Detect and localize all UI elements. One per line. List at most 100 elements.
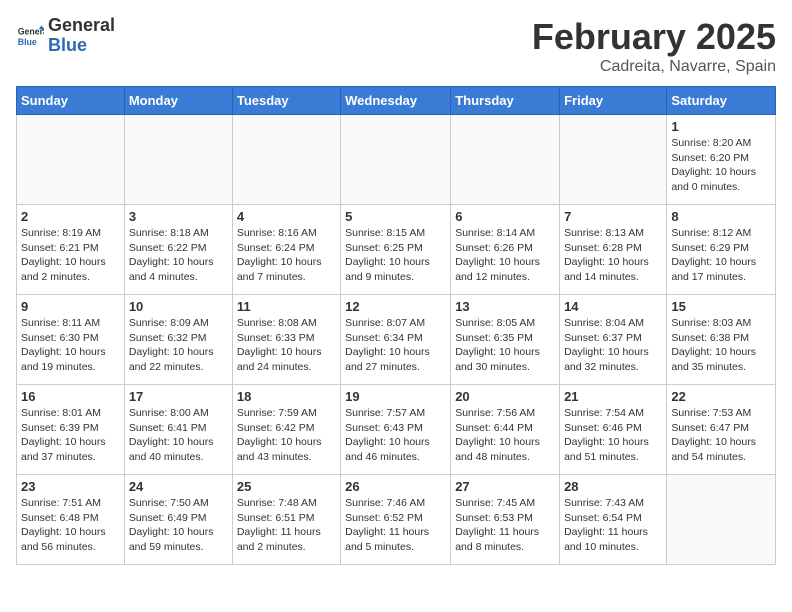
day-info: Sunrise: 8:12 AM Sunset: 6:29 PM Dayligh…: [671, 226, 771, 285]
day-info: Sunrise: 8:08 AM Sunset: 6:33 PM Dayligh…: [237, 316, 336, 375]
day-number: 13: [455, 299, 555, 314]
calendar-cell: 6 Sunrise: 8:14 AM Sunset: 6:26 PM Daylig…: [451, 205, 560, 295]
calendar-cell: 10Sunrise: 8:09 AM Sunset: 6:32 PM Dayli…: [124, 295, 232, 385]
weekday-header-thursday: Thursday: [451, 87, 560, 115]
calendar-cell: 23 Sunrise: 7:51 AM Sunset: 6:48 PM Dayli…: [17, 475, 125, 565]
calendar-cell: 18 Sunrise: 7:59 AM Sunset: 6:42 PM Dayli…: [232, 385, 340, 475]
weekday-header-tuesday: Tuesday: [232, 87, 340, 115]
day-number: 3: [129, 209, 228, 224]
day-number: 15: [671, 299, 771, 314]
calendar-table: SundayMondayTuesdayWednesdayThursdayFrid…: [16, 86, 776, 565]
day-info: Sunrise: 8:01 AM Sunset: 6:39 PM Dayligh…: [21, 406, 120, 465]
day-info: Sunrise: 8:19 AM Sunset: 6:21 PM Dayligh…: [21, 226, 120, 285]
day-info: Sunrise: 7:54 AM Sunset: 6:46 PM Dayligh…: [564, 406, 662, 465]
calendar-cell: 12Sunrise: 8:07 AM Sunset: 6:34 PM Dayli…: [341, 295, 451, 385]
calendar-cell: 4 Sunrise: 8:16 AM Sunset: 6:24 PM Daylig…: [232, 205, 340, 295]
day-number: 16: [21, 389, 120, 404]
day-number: 21: [564, 389, 662, 404]
day-info: Sunrise: 7:57 AM Sunset: 6:43 PM Dayligh…: [345, 406, 446, 465]
day-info: Sunrise: 8:03 AM Sunset: 6:38 PM Dayligh…: [671, 316, 771, 375]
calendar-cell: 20 Sunrise: 7:56 AM Sunset: 6:44 PM Dayli…: [451, 385, 560, 475]
calendar-cell: 8 Sunrise: 8:12 AM Sunset: 6:29 PM Daylig…: [667, 205, 776, 295]
day-info: Sunrise: 7:56 AM Sunset: 6:44 PM Dayligh…: [455, 406, 555, 465]
logo-blue-text: Blue: [48, 35, 87, 55]
calendar-cell: 15 Sunrise: 8:03 AM Sunset: 6:38 PM Dayli…: [667, 295, 776, 385]
day-info: Sunrise: 7:46 AM Sunset: 6:52 PM Dayligh…: [345, 496, 446, 555]
day-info: Sunrise: 8:00 AM Sunset: 6:41 PM Dayligh…: [129, 406, 228, 465]
day-info: Sunrise: 8:09 AM Sunset: 6:32 PM Dayligh…: [129, 316, 228, 375]
day-info: Sunrise: 8:04 AM Sunset: 6:37 PM Dayligh…: [564, 316, 662, 375]
calendar-cell: 28 Sunrise: 7:43 AM Sunset: 6:54 PM Dayli…: [560, 475, 667, 565]
day-info: Sunrise: 8:14 AM Sunset: 6:26 PM Dayligh…: [455, 226, 555, 285]
day-number: 6: [455, 209, 555, 224]
calendar-cell: [451, 115, 560, 205]
day-info: Sunrise: 7:48 AM Sunset: 6:51 PM Dayligh…: [237, 496, 336, 555]
calendar-cell: 22Sunrise: 7:53 AM Sunset: 6:47 PM Dayli…: [667, 385, 776, 475]
calendar-cell: [17, 115, 125, 205]
calendar-week-2: 2 Sunrise: 8:19 AM Sunset: 6:21 PM Daylig…: [17, 205, 776, 295]
day-info: Sunrise: 7:59 AM Sunset: 6:42 PM Dayligh…: [237, 406, 336, 465]
day-info: Sunrise: 8:05 AM Sunset: 6:35 PM Dayligh…: [455, 316, 555, 375]
calendar-cell: 17 Sunrise: 8:00 AM Sunset: 6:41 PM Dayli…: [124, 385, 232, 475]
day-info: Sunrise: 8:15 AM Sunset: 6:25 PM Dayligh…: [345, 226, 446, 285]
weekday-header-sunday: Sunday: [17, 87, 125, 115]
day-number: 8: [671, 209, 771, 224]
day-number: 7: [564, 209, 662, 224]
day-number: 27: [455, 479, 555, 494]
calendar-cell: 27 Sunrise: 7:45 AM Sunset: 6:53 PM Dayli…: [451, 475, 560, 565]
calendar-week-3: 9 Sunrise: 8:11 AM Sunset: 6:30 PM Daylig…: [17, 295, 776, 385]
day-info: Sunrise: 7:50 AM Sunset: 6:49 PM Dayligh…: [129, 496, 228, 555]
weekday-header-wednesday: Wednesday: [341, 87, 451, 115]
calendar-cell: [341, 115, 451, 205]
calendar-cell: 19 Sunrise: 7:57 AM Sunset: 6:43 PM Dayli…: [341, 385, 451, 475]
calendar-cell: 7 Sunrise: 8:13 AM Sunset: 6:28 PM Daylig…: [560, 205, 667, 295]
calendar-cell: 14Sunrise: 8:04 AM Sunset: 6:37 PM Dayli…: [560, 295, 667, 385]
day-info: Sunrise: 8:18 AM Sunset: 6:22 PM Dayligh…: [129, 226, 228, 285]
day-number: 24: [129, 479, 228, 494]
calendar-week-4: 16 Sunrise: 8:01 AM Sunset: 6:39 PM Dayli…: [17, 385, 776, 475]
logo-general-text: General: [48, 15, 115, 35]
calendar-cell: 5 Sunrise: 8:15 AM Sunset: 6:25 PM Daylig…: [341, 205, 451, 295]
calendar-week-5: 23 Sunrise: 7:51 AM Sunset: 6:48 PM Dayli…: [17, 475, 776, 565]
day-number: 1: [671, 119, 771, 134]
day-number: 19: [345, 389, 446, 404]
day-info: Sunrise: 7:53 AM Sunset: 6:47 PM Dayligh…: [671, 406, 771, 465]
day-number: 18: [237, 389, 336, 404]
day-number: 11: [237, 299, 336, 314]
day-info: Sunrise: 7:43 AM Sunset: 6:54 PM Dayligh…: [564, 496, 662, 555]
calendar-cell: [232, 115, 340, 205]
day-number: 26: [345, 479, 446, 494]
day-number: 20: [455, 389, 555, 404]
day-number: 2: [21, 209, 120, 224]
day-number: 25: [237, 479, 336, 494]
calendar-cell: 16 Sunrise: 8:01 AM Sunset: 6:39 PM Dayli…: [17, 385, 125, 475]
calendar-cell: 26 Sunrise: 7:46 AM Sunset: 6:52 PM Dayli…: [341, 475, 451, 565]
day-info: Sunrise: 8:13 AM Sunset: 6:28 PM Dayligh…: [564, 226, 662, 285]
day-number: 28: [564, 479, 662, 494]
day-info: Sunrise: 7:45 AM Sunset: 6:53 PM Dayligh…: [455, 496, 555, 555]
calendar-header: SundayMondayTuesdayWednesdayThursdayFrid…: [17, 87, 776, 115]
day-number: 4: [237, 209, 336, 224]
calendar-cell: 21 Sunrise: 7:54 AM Sunset: 6:46 PM Dayli…: [560, 385, 667, 475]
weekday-header-friday: Friday: [560, 87, 667, 115]
day-info: Sunrise: 7:51 AM Sunset: 6:48 PM Dayligh…: [21, 496, 120, 555]
logo: General Blue General Blue: [16, 16, 115, 56]
header: General Blue General Blue February 2025 …: [16, 16, 776, 76]
calendar-cell: [124, 115, 232, 205]
day-info: Sunrise: 8:11 AM Sunset: 6:30 PM Dayligh…: [21, 316, 120, 375]
day-number: 5: [345, 209, 446, 224]
day-number: 23: [21, 479, 120, 494]
weekday-header-monday: Monday: [124, 87, 232, 115]
day-info: Sunrise: 8:20 AM Sunset: 6:20 PM Dayligh…: [671, 136, 771, 195]
day-info: Sunrise: 8:16 AM Sunset: 6:24 PM Dayligh…: [237, 226, 336, 285]
day-number: 9: [21, 299, 120, 314]
weekday-header-saturday: Saturday: [667, 87, 776, 115]
day-number: 17: [129, 389, 228, 404]
title-area: February 2025 Cadreita, Navarre, Spain: [532, 16, 776, 76]
day-info: Sunrise: 8:07 AM Sunset: 6:34 PM Dayligh…: [345, 316, 446, 375]
calendar-cell: 11 Sunrise: 8:08 AM Sunset: 6:33 PM Dayli…: [232, 295, 340, 385]
calendar-cell: 2 Sunrise: 8:19 AM Sunset: 6:21 PM Daylig…: [17, 205, 125, 295]
svg-text:Blue: Blue: [18, 37, 37, 47]
calendar-cell: 24 Sunrise: 7:50 AM Sunset: 6:49 PM Dayli…: [124, 475, 232, 565]
month-title: February 2025: [532, 16, 776, 58]
